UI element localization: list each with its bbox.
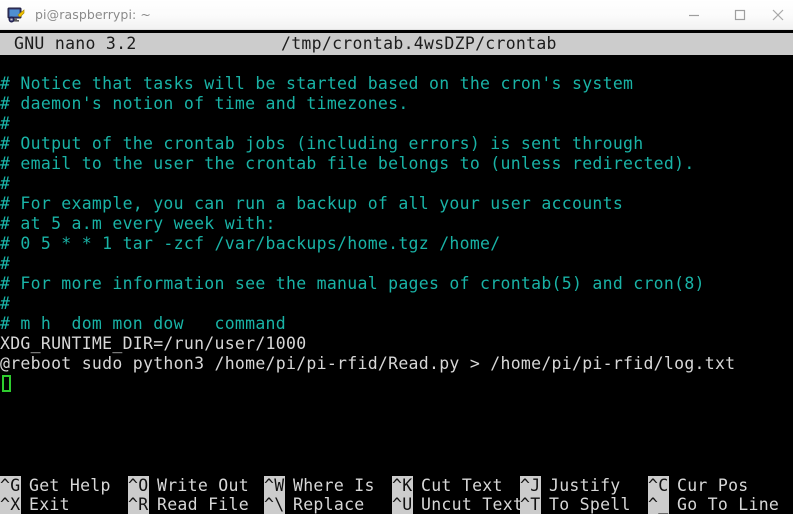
nano-version-label: GNU nano 3.2 — [14, 34, 137, 53]
shortcut-key: ^U — [392, 495, 413, 514]
shortcut-label: Exit — [29, 495, 70, 514]
nano-filename-label: /tmp/crontab.4wsDZP/crontab — [281, 34, 557, 53]
shortcut-label: Justify — [549, 476, 621, 495]
editor-line: @reboot sudo python3 /home/pi/pi-rfid/Re… — [0, 354, 736, 373]
shortcut-label: Cut Text — [421, 476, 503, 495]
editor-line: # — [0, 114, 11, 133]
shortcut-write-out[interactable]: ^O Write Out — [128, 476, 249, 495]
text-cursor — [2, 375, 11, 392]
shortcut-justify[interactable]: ^J Justify — [520, 476, 621, 495]
shortcut-label: Replace — [293, 495, 365, 514]
editor-line: # m h dom mon dow command — [0, 314, 286, 333]
shortcut-label: To Spell — [549, 495, 631, 514]
editor-line: # daemon's notion of time and timezones. — [0, 94, 409, 113]
editor-line: # at 5 a.m every week with: — [0, 214, 276, 233]
window-title: pi@raspberrypi: ~ — [35, 7, 152, 22]
editor-line: # 0 5 * * 1 tar -zcf /var/backups/home.t… — [0, 234, 501, 253]
editor-line: # Notice that tasks will be started base… — [0, 74, 634, 93]
nano-shortcut-bar: ^G Get Help ^O Write Out ^W Where Is ^K Cut … — [0, 476, 793, 514]
shortcut-row-2: ^X Exit ^R Read File ^\ Replace ^U Uncut Tex… — [0, 495, 793, 514]
shortcut-where-is[interactable]: ^W Where Is — [264, 476, 375, 495]
shortcut-key: ^X — [0, 495, 21, 514]
terminal-screen[interactable]: GNU nano 3.2 /tmp/crontab.4wsDZP/crontab… — [0, 30, 793, 514]
minimize-button[interactable] — [671, 0, 717, 29]
window-titlebar[interactable]: pi@raspberrypi: ~ — [0, 0, 793, 30]
shortcut-label: Get Help — [29, 476, 111, 495]
shortcut-key: ^C — [648, 476, 669, 495]
shortcut-label: Where Is — [293, 476, 375, 495]
editor-line: # For more information see the manual pa… — [0, 274, 705, 293]
shortcut-cur-pos[interactable]: ^C Cur Pos — [648, 476, 749, 495]
maximize-button[interactable] — [717, 0, 763, 29]
shortcut-key: ^_ — [648, 495, 669, 514]
shortcut-key: ^\ — [264, 495, 285, 514]
shortcut-replace[interactable]: ^\ Replace — [264, 495, 365, 514]
editor-line: # — [0, 254, 11, 273]
shortcut-go-to-line[interactable]: ^_ Go To Line — [648, 495, 779, 514]
editor-line: # — [0, 174, 11, 193]
shortcut-key: ^O — [128, 476, 149, 495]
shortcut-label: Write Out — [157, 476, 249, 495]
shortcut-key: ^G — [0, 476, 21, 495]
close-button[interactable] — [763, 0, 793, 29]
nano-header-bar: GNU nano 3.2 /tmp/crontab.4wsDZP/crontab — [0, 33, 793, 55]
shortcut-to-spell[interactable]: ^T To Spell — [520, 495, 631, 514]
editor-line: # For example, you can run a backup of a… — [0, 194, 624, 213]
shortcut-cut-text[interactable]: ^K Cut Text — [392, 476, 503, 495]
shortcut-get-help[interactable]: ^G Get Help — [0, 476, 111, 495]
shortcut-row-1: ^G Get Help ^O Write Out ^W Where Is ^K Cut … — [0, 476, 793, 495]
shortcut-label: Cur Pos — [677, 476, 749, 495]
shortcut-uncut-text[interactable]: ^U Uncut Text — [392, 495, 523, 514]
shortcut-key: ^T — [520, 495, 541, 514]
terminal-computer-icon — [7, 5, 27, 25]
shortcut-label: Read File — [157, 495, 249, 514]
shortcut-read-file[interactable]: ^R Read File — [128, 495, 249, 514]
shortcut-label: Uncut Text — [421, 495, 524, 514]
editor-line: # — [0, 294, 11, 313]
editor-line: # email to the user the crontab file bel… — [0, 154, 695, 173]
editor-line: # Output of the crontab jobs (including … — [0, 134, 644, 153]
shortcut-key: ^W — [264, 476, 285, 495]
shortcut-label: Go To Line — [677, 495, 780, 514]
shortcut-exit[interactable]: ^X Exit — [0, 495, 70, 514]
nano-text-buffer[interactable]: # Notice that tasks will be started base… — [0, 74, 793, 394]
shortcut-key: ^J — [520, 476, 541, 495]
editor-cursor-line — [0, 374, 793, 394]
terminal-window: pi@raspberrypi: ~ GNU nano 3.2 /tmp/cron… — [0, 0, 793, 514]
editor-line: XDG_RUNTIME_DIR=/run/user/1000 — [0, 334, 307, 353]
shortcut-key: ^R — [128, 495, 149, 514]
shortcut-key: ^K — [392, 476, 413, 495]
